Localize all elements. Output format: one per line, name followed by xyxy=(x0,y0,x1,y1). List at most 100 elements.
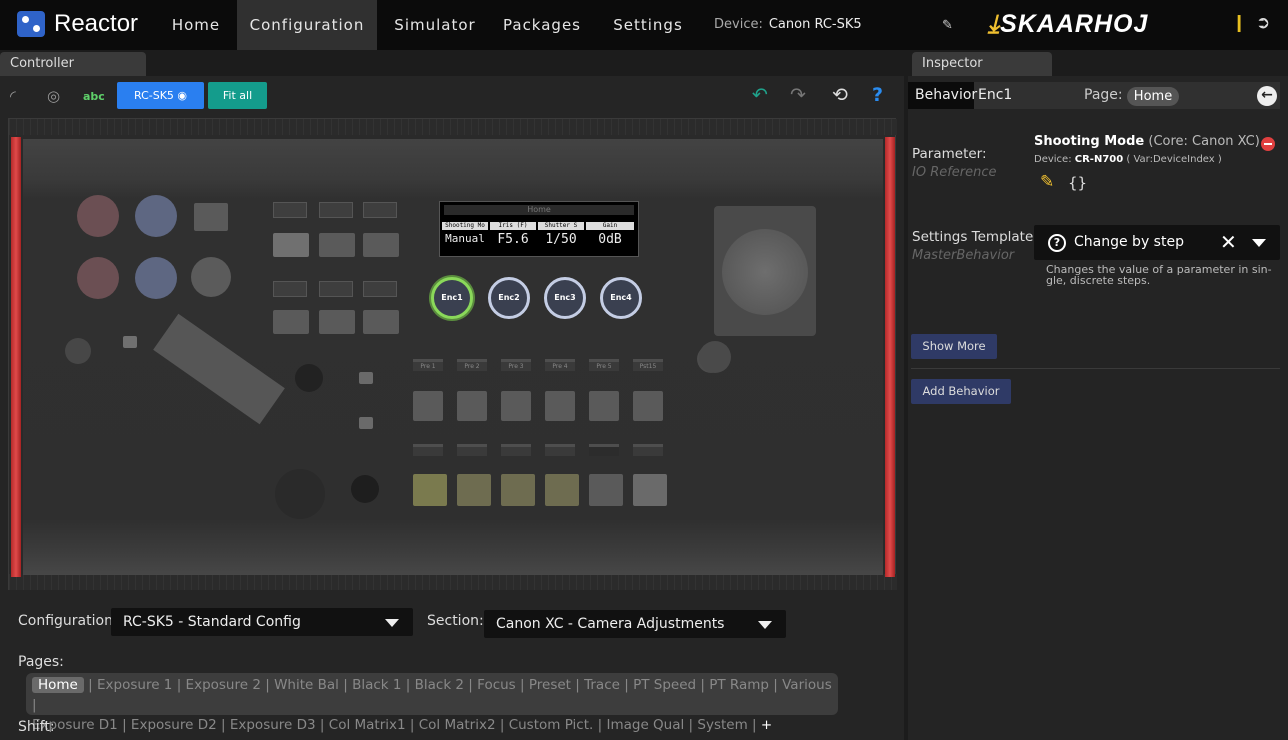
button-1a[interactable] xyxy=(273,233,309,257)
red-knob-2[interactable] xyxy=(77,257,119,299)
nav-home[interactable]: Home xyxy=(159,0,233,50)
hide-labels-icon[interactable]: ◜ xyxy=(10,87,16,105)
text-toggle-button[interactable]: abc xyxy=(83,90,105,103)
page-separator: | xyxy=(684,717,698,733)
add-page-button[interactable]: + xyxy=(761,717,772,733)
variables-braces-icon[interactable]: {} xyxy=(1068,174,1087,192)
nav-settings[interactable]: Settings xyxy=(600,0,696,50)
fingerprint-off-icon[interactable]: ◎ xyxy=(47,87,60,105)
page-tab-item[interactable]: Black 2 xyxy=(415,677,464,693)
configuration-select[interactable]: RC-SK5 - Standard Config xyxy=(111,608,413,636)
preset-button-3[interactable] xyxy=(501,391,531,421)
page-tab-item[interactable]: Preset xyxy=(529,677,571,693)
page-tab-item[interactable]: Black 1 xyxy=(352,677,401,693)
tab-behavior[interactable]: Behavior xyxy=(908,82,977,109)
page-tab-item[interactable]: PT Speed xyxy=(633,677,696,693)
parameter-device: Device: CR-N700 ( Var:DeviceIndex ) xyxy=(1034,154,1222,165)
logout-icon[interactable]: ➲ xyxy=(1256,13,1270,33)
grey-knob[interactable] xyxy=(191,257,231,297)
button-1c[interactable] xyxy=(363,233,399,257)
page-tab-item[interactable]: Custom Pict. xyxy=(509,717,594,733)
page-tab-item[interactable]: Home xyxy=(32,677,84,693)
nav-packages[interactable]: Packages xyxy=(492,0,592,50)
plug-icon[interactable]: ❙ xyxy=(1232,13,1246,33)
button-square-1[interactable] xyxy=(194,203,228,231)
encoder-enc1[interactable]: Enc1 xyxy=(431,277,473,319)
fit-all-button[interactable]: Fit all xyxy=(208,82,267,109)
clear-icon[interactable]: ✕ xyxy=(1220,230,1237,254)
template-description: Changes the value of a parameter in sin-… xyxy=(1046,263,1272,287)
settings-template-sublabel: MasterBehavior xyxy=(912,248,1015,263)
encoder-enc4[interactable]: Enc4 xyxy=(600,277,642,319)
knob-right-top[interactable] xyxy=(699,341,731,373)
lower-button-1[interactable] xyxy=(413,474,447,506)
preset-button-5[interactable] xyxy=(589,391,619,421)
preset-button-4[interactable] xyxy=(545,391,575,421)
page-tab-item[interactable]: Exposure 2 xyxy=(186,677,261,693)
controller-canvas[interactable]: Home Shooting Mo Iris (F) Shutter S Gain… xyxy=(8,118,897,590)
encoder-enc3[interactable]: Enc3 xyxy=(544,277,586,319)
template-select[interactable]: ? Change by step ✕ xyxy=(1034,225,1280,260)
button-2b[interactable] xyxy=(319,310,355,334)
tiny-button[interactable] xyxy=(123,336,137,348)
page-tab-item[interactable]: Image Qual xyxy=(606,717,684,733)
shift-label: Shift: xyxy=(18,719,55,735)
blue-knob-2[interactable] xyxy=(135,257,177,299)
small-knob-left[interactable] xyxy=(65,338,91,364)
show-more-button[interactable]: Show More xyxy=(911,334,997,359)
tiny-button-3[interactable] xyxy=(359,417,373,429)
page-tab-item[interactable]: Exposure D3 xyxy=(230,717,316,733)
lower-label-5 xyxy=(589,444,619,456)
section-select[interactable]: Canon XC - Camera Adjustments xyxy=(484,610,786,638)
nav-simulator[interactable]: Simulator xyxy=(380,0,490,50)
lower-button-2[interactable] xyxy=(457,474,491,506)
back-arrow-icon[interactable]: ← xyxy=(1257,86,1277,106)
page-separator: | xyxy=(401,677,415,693)
encoder-enc2[interactable]: Enc2 xyxy=(488,277,530,319)
small-dial-1[interactable] xyxy=(295,364,323,392)
oled-header-2: Iris (F) xyxy=(490,222,536,230)
redo-icon[interactable]: ↷ xyxy=(790,84,806,106)
page-tab-item[interactable]: Focus xyxy=(477,677,516,693)
page-pill[interactable]: Home xyxy=(1127,87,1179,106)
page-separator: | xyxy=(172,677,186,693)
large-dial[interactable] xyxy=(275,469,325,519)
divider xyxy=(911,368,1280,369)
preset-button-6[interactable] xyxy=(633,391,663,421)
lower-button-4[interactable] xyxy=(545,474,579,506)
nav-configuration[interactable]: Configuration xyxy=(237,0,377,50)
page-tab-item[interactable]: Exposure 1 xyxy=(97,677,172,693)
red-knob-1[interactable] xyxy=(77,195,119,237)
chevron-down-icon[interactable] xyxy=(1252,239,1266,247)
page-tab-item[interactable]: Trace xyxy=(584,677,620,693)
lower-button-6[interactable] xyxy=(633,474,667,506)
page-tab-item[interactable]: System xyxy=(697,717,747,733)
lower-button-5[interactable] xyxy=(589,474,623,506)
page-tab-item[interactable]: Col Matrix1 xyxy=(329,717,406,733)
history-icon[interactable]: ⟲ xyxy=(832,84,848,106)
tab-enc1[interactable]: Enc1 xyxy=(978,82,1012,109)
edit-pencil-icon[interactable]: ✎ xyxy=(1040,172,1054,192)
model-view-button[interactable]: RC-SK5 ◉ xyxy=(117,82,204,109)
lower-button-3[interactable] xyxy=(501,474,535,506)
edit-pencil-icon[interactable]: ✎ xyxy=(942,18,953,33)
add-behavior-button[interactable]: Add Behavior xyxy=(911,379,1011,404)
preset-button-2[interactable] xyxy=(457,391,487,421)
button-2c[interactable] xyxy=(363,310,399,334)
page-tab-item[interactable]: Col Matrix2 xyxy=(419,717,496,733)
preset-button-1[interactable] xyxy=(413,391,443,421)
blue-knob-1[interactable] xyxy=(135,195,177,237)
button-1b[interactable] xyxy=(319,233,355,257)
page-tab-item[interactable]: White Bal xyxy=(274,677,339,693)
page-tab-item[interactable]: PT Ramp xyxy=(709,677,769,693)
button-2a[interactable] xyxy=(273,310,309,334)
joystick[interactable] xyxy=(714,206,816,336)
page-tab-item[interactable]: Exposure D2 xyxy=(131,717,217,733)
tiny-button-2[interactable] xyxy=(359,372,373,384)
help-button[interactable]: ? xyxy=(872,84,883,106)
undo-icon[interactable]: ↶ xyxy=(752,84,768,106)
remove-parameter-icon[interactable] xyxy=(1261,137,1275,151)
page-tab-item[interactable]: Various xyxy=(782,677,832,693)
small-dial-2[interactable] xyxy=(351,475,379,503)
download-arrow-icon[interactable]: ⤓ xyxy=(988,10,1000,38)
